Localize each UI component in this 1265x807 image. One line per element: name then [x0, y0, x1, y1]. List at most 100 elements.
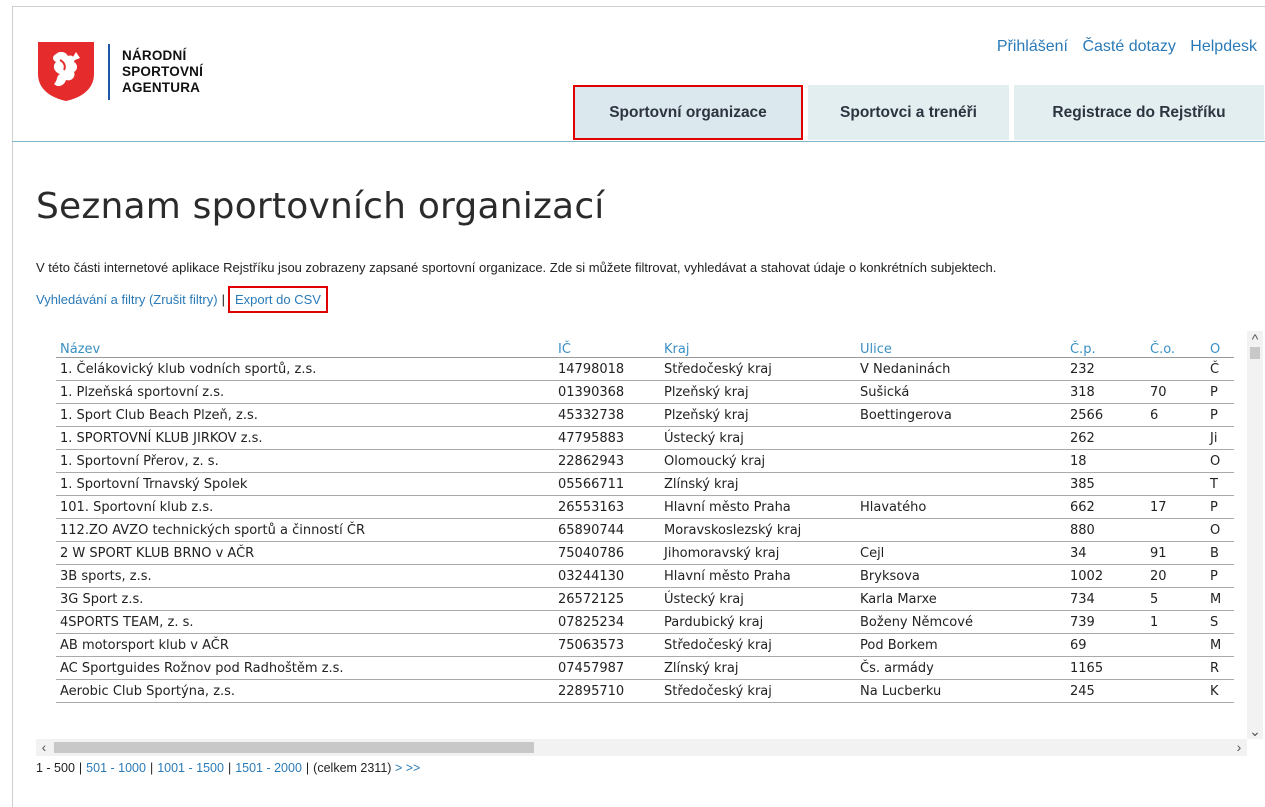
organizations-table: Název IČ Kraj Ulice Č.p. Č.o. O 1. Čelák…: [56, 331, 1234, 703]
table-row[interactable]: 1. Sportovní Trnavský Spolek 05566711 Zlín…: [56, 472, 1234, 496]
tab-sportovni-organizace[interactable]: Sportovní organizace: [573, 85, 803, 140]
cell-co: 17: [1146, 495, 1206, 519]
pager-link-2[interactable]: 501 - 1000: [86, 761, 146, 775]
table-row[interactable]: AC Sportguides Rožnov pod Radhoštěm z.s.…: [56, 656, 1234, 680]
cell-cp: 880: [1066, 518, 1146, 542]
cell-co: [1146, 426, 1206, 450]
cell-nazev: 1. Sport Club Beach Plzeň, z.s.: [56, 403, 554, 427]
column-header-o[interactable]: O: [1206, 331, 1234, 358]
cell-cp: 1165: [1066, 656, 1146, 680]
cell-cp: 1002: [1066, 564, 1146, 588]
organizations-table-viewport[interactable]: Název IČ Kraj Ulice Č.p. Č.o. O 1. Čelák…: [56, 331, 1247, 739]
faq-link[interactable]: Časté dotazy: [1082, 38, 1175, 55]
table-row[interactable]: 1. Čelákovický klub vodních sportů, z.s.…: [56, 357, 1234, 381]
cell-nazev: AB motorsport klub v AČR: [56, 633, 554, 657]
cell-ic: 01390368: [554, 380, 660, 404]
cell-kraj: Plzeňský kraj: [660, 403, 856, 427]
scroll-right-icon[interactable]: ›: [1231, 739, 1247, 756]
cell-kraj: Jihomoravský kraj: [660, 541, 856, 565]
tab-registrace[interactable]: Registrace do Rejstříku: [1014, 85, 1264, 140]
pager-link-4[interactable]: 1501 - 2000: [235, 761, 302, 775]
table-row[interactable]: 1. Sport Club Beach Plzeň, z.s. 45332738 P…: [56, 403, 1234, 427]
cell-ulice: Čs. armády: [856, 656, 1066, 680]
pager-next[interactable]: >: [395, 761, 402, 775]
cell-kraj: Středočeský kraj: [660, 357, 856, 381]
vertical-scroll-thumb[interactable]: [1250, 347, 1260, 359]
table-row[interactable]: 1. SPORTOVNÍ KLUB JIRKOV z.s. 47795883 Úst…: [56, 426, 1234, 450]
cell-nazev: Aerobic Club Sportýna, z.s.: [56, 679, 554, 703]
pager-last[interactable]: >>: [406, 761, 421, 775]
pagination: 1 - 500 | 501 - 1000 | 1001 - 1500 | 1501 - 20…: [36, 761, 421, 775]
horizontal-scroll-thumb[interactable]: [54, 742, 534, 753]
cell-o: R: [1206, 656, 1234, 680]
header-divider: [12, 141, 1265, 142]
cell-cp: 662: [1066, 495, 1146, 519]
page-intro: V této části internetové aplikace Rejstř…: [36, 260, 997, 275]
table-row[interactable]: 101. Sportovní klub z.s. 26553163 Hlavní m…: [56, 495, 1234, 519]
table-row[interactable]: 1. Plzeňská sportovní z.s. 01390368 Plzeňs…: [56, 380, 1234, 404]
table-row[interactable]: Aerobic Club Sportýna, z.s. 22895710 Střed…: [56, 679, 1234, 703]
cell-nazev: 3B sports, z.s.: [56, 564, 554, 588]
cell-ic: 22895710: [554, 679, 660, 703]
table-row[interactable]: 2 W SPORT KLUB BRNO v AČR 75040786 Jihomor…: [56, 541, 1234, 565]
scroll-down-icon[interactable]: ⌄: [1247, 723, 1263, 739]
table-row[interactable]: 3G Sport z.s. 26572125 Ústecký kraj Karla M…: [56, 587, 1234, 611]
cell-nazev: 1. SPORTOVNÍ KLUB JIRKOV z.s.: [56, 426, 554, 450]
cell-ulice: Boženy Němcové: [856, 610, 1066, 634]
cell-cp: 232: [1066, 357, 1146, 381]
horizontal-scrollbar[interactable]: ‹ ›: [36, 739, 1247, 756]
column-header-cp[interactable]: Č.p.: [1066, 331, 1146, 358]
logo-line-3: AGENTURA: [122, 80, 201, 95]
cell-ic: 75063573: [554, 633, 660, 657]
cell-ic: 22862943: [554, 449, 660, 473]
cell-kraj: Středočeský kraj: [660, 633, 856, 657]
cell-ic: 14798018: [554, 357, 660, 381]
cell-kraj: Středočeský kraj: [660, 679, 856, 703]
cell-nazev: 1. Sportovní Přerov, z. s.: [56, 449, 554, 473]
filters-link[interactable]: Vyhledávání a filtry (Zrušit filtry): [36, 292, 218, 307]
table-body: 1. Čelákovický klub vodních sportů, z.s.…: [56, 357, 1234, 703]
cell-o: T: [1206, 472, 1234, 496]
vertical-scrollbar[interactable]: ^ ⌄: [1247, 331, 1263, 739]
cell-nazev: 2 W SPORT KLUB BRNO v AČR: [56, 541, 554, 565]
logo[interactable]: NÁRODNÍ SPORTOVNÍ AGENTURA: [36, 40, 256, 108]
table-row[interactable]: 112.ZO AVZO technických sportů a činnost…: [56, 518, 1234, 542]
column-header-ulice[interactable]: Ulice: [856, 331, 1066, 358]
cell-co: [1146, 449, 1206, 473]
helpdesk-link[interactable]: Helpdesk: [1190, 38, 1257, 55]
main-nav: Sportovní organizace Sportovci a trenéři…: [573, 85, 1265, 141]
cell-kraj: Hlavní město Praha: [660, 495, 856, 519]
table-row[interactable]: AB motorsport klub v AČR 75063573 Středoče…: [56, 633, 1234, 657]
table-row[interactable]: 1. Sportovní Přerov, z. s. 22862943 Olomou…: [56, 449, 1234, 473]
cell-cp: 385: [1066, 472, 1146, 496]
cell-cp: 245: [1066, 679, 1146, 703]
scroll-up-icon[interactable]: ^: [1247, 331, 1263, 347]
pager-link-3[interactable]: 1001 - 1500: [157, 761, 224, 775]
cell-nazev: 3G Sport z.s.: [56, 587, 554, 611]
cell-co: 5: [1146, 587, 1206, 611]
tab-sportovci-a-treneri[interactable]: Sportovci a trenéři: [808, 85, 1009, 140]
cell-nazev: 101. Sportovní klub z.s.: [56, 495, 554, 519]
cell-nazev: AC Sportguides Rožnov pod Radhoštěm z.s.: [56, 656, 554, 680]
cell-kraj: Zlínský kraj: [660, 656, 856, 680]
top-links: Přihlášení Časté dotazy Helpdesk: [987, 38, 1257, 56]
cell-ic: 65890744: [554, 518, 660, 542]
cell-o: P: [1206, 380, 1234, 404]
cell-cp: 34: [1066, 541, 1146, 565]
column-header-co[interactable]: Č.o.: [1146, 331, 1206, 358]
table-row[interactable]: 4SPORTS TEAM, z. s. 07825234 Pardubický kr…: [56, 610, 1234, 634]
cell-ic: 07825234: [554, 610, 660, 634]
column-header-nazev[interactable]: Název: [56, 331, 554, 358]
filter-separator: |: [221, 292, 225, 307]
table-row[interactable]: 3B sports, z.s. 03244130 Hlavní město Prah…: [56, 564, 1234, 588]
cell-ic: 26572125: [554, 587, 660, 611]
pager-current-range: 1 - 500: [36, 761, 75, 775]
login-link[interactable]: Přihlášení: [997, 38, 1068, 55]
column-header-kraj[interactable]: Kraj: [660, 331, 856, 358]
column-header-ic[interactable]: IČ: [554, 331, 660, 358]
export-csv-button[interactable]: Export do CSV: [227, 286, 328, 313]
logo-divider: [108, 44, 110, 100]
scroll-left-icon[interactable]: ‹: [36, 739, 52, 756]
cell-o: O: [1206, 449, 1234, 473]
cell-kraj: Ústecký kraj: [660, 587, 856, 611]
